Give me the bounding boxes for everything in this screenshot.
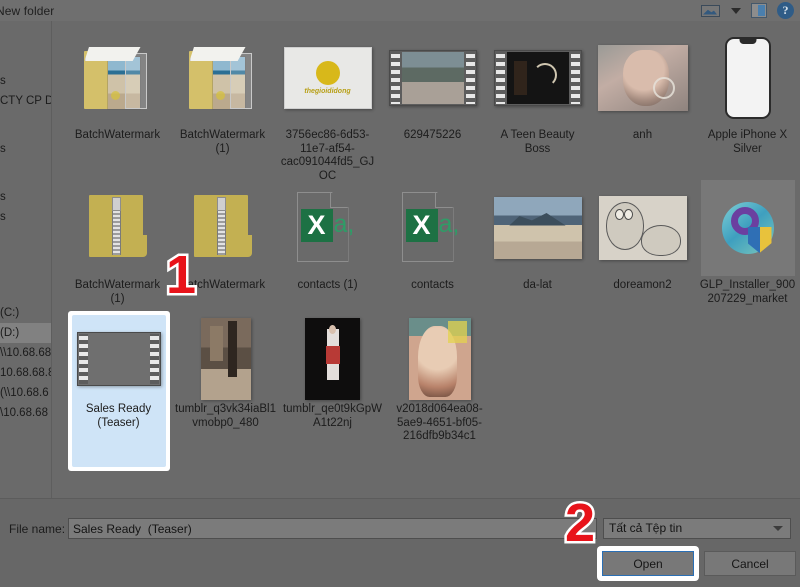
file-item-label: tumblr_q3vk34iaBl1vmobp0_480 bbox=[175, 403, 277, 429]
file-row-2: BatchWatermark (1) BatchWatermark Xa, co… bbox=[52, 179, 800, 306]
file-name-input[interactable] bbox=[68, 518, 597, 539]
file-type-value: Tất cả Tệp tin bbox=[609, 521, 683, 535]
help-icon[interactable]: ? bbox=[777, 2, 794, 19]
image-thumbnail-icon bbox=[593, 29, 693, 127]
file-name-label: File name: bbox=[9, 522, 66, 536]
file-item-batchwatermark-zip-1[interactable]: BatchWatermark (1) bbox=[65, 179, 170, 306]
file-item-label: contacts bbox=[411, 279, 454, 291]
phone-image-icon bbox=[698, 29, 798, 127]
image-thumbnail-icon bbox=[176, 317, 276, 401]
view-mode-icon[interactable] bbox=[701, 4, 721, 18]
image-thumbnail-icon bbox=[593, 179, 693, 277]
file-item-label: 3756ec86-6d53-11e7-af54-cac091044fd5_GJO… bbox=[280, 129, 375, 182]
file-item-label: GLP_Installer_900207229_market bbox=[699, 279, 796, 305]
file-open-dialog: New folder ? s CTY CP DI s s s (C:) (D:)… bbox=[0, 0, 800, 587]
file-item-label: v2018d064ea08-5ae9-4651-bf05-216dfb9b34c… bbox=[396, 403, 483, 442]
file-row-3: Sales Ready (Teaser) tumblr_q3vk34iaBl1v… bbox=[52, 311, 800, 471]
sidebar-item-c-drive[interactable]: (C:) bbox=[0, 303, 52, 323]
file-item-a-teen-beauty-boss[interactable]: A Teen Beauty Boss bbox=[485, 29, 590, 183]
file-item-tumblr-qe0t9kgp[interactable]: tumblr_qe0t9kGpWA1t22nj bbox=[279, 317, 386, 444]
file-item-batchwatermark[interactable]: BatchWatermark bbox=[65, 29, 170, 183]
file-item-label: anh bbox=[632, 129, 653, 141]
file-item-label: BatchWatermark (1) bbox=[74, 279, 161, 305]
file-list-grid[interactable]: BatchWatermark BatchWatermark (1) thegio… bbox=[52, 21, 800, 498]
image-thumbnail-icon bbox=[283, 317, 383, 401]
excel-csv-file-icon: Xa, bbox=[278, 179, 378, 277]
excel-csv-file-icon: Xa, bbox=[383, 179, 483, 277]
chevron-down-icon bbox=[773, 526, 783, 531]
sidebar-item-network-1[interactable]: \\10.68.68 bbox=[0, 343, 52, 363]
file-item-label: contacts (1) bbox=[297, 279, 358, 291]
sidebar-item-network-3[interactable]: (\\10.68.6 bbox=[0, 383, 52, 403]
video-film-icon bbox=[69, 317, 169, 401]
file-item-label: BatchWatermark (1) bbox=[179, 129, 266, 155]
cancel-button[interactable]: Cancel bbox=[704, 551, 796, 576]
file-item-629475226[interactable]: 629475226 bbox=[380, 29, 485, 183]
file-item-label: 629475226 bbox=[403, 129, 462, 141]
open-button[interactable]: Open bbox=[602, 551, 694, 576]
sidebar-item-5[interactable]: s bbox=[0, 187, 52, 207]
new-folder-button[interactable]: New folder bbox=[0, 4, 54, 18]
folder-with-photo-icon bbox=[68, 29, 168, 127]
sidebar-item-network-2[interactable]: 10.68.68.8 bbox=[0, 363, 52, 383]
image-thumbnail-icon bbox=[488, 179, 588, 277]
image-thumbnail-icon bbox=[390, 317, 490, 401]
file-item-da-lat[interactable]: da-lat bbox=[485, 179, 590, 306]
sidebar-item-network-4[interactable]: \10.68.68 bbox=[0, 403, 52, 423]
file-item-doreamon2[interactable]: doreamon2 bbox=[590, 179, 695, 306]
app-installer-icon bbox=[698, 179, 798, 277]
folder-with-photo-icon bbox=[173, 29, 273, 127]
file-item-glp-installer[interactable]: GLP_Installer_900207229_market bbox=[695, 179, 800, 306]
file-item-label: Apple iPhone X Silver bbox=[707, 129, 788, 155]
file-item-3756ec86[interactable]: thegioididong 3756ec86-6d53-11e7-af54-ca… bbox=[275, 29, 380, 183]
file-item-v2018d064ea08[interactable]: v2018d064ea08-5ae9-4651-bf05-216dfb9b34c… bbox=[386, 317, 493, 444]
toolbar-right-group: ? bbox=[701, 0, 794, 21]
annotation-step-2: 2 bbox=[562, 493, 597, 553]
file-item-label: Sales Ready (Teaser) bbox=[85, 403, 152, 429]
file-item-label: doreamon2 bbox=[613, 279, 672, 291]
preview-pane-icon[interactable] bbox=[751, 3, 767, 18]
file-item-batchwatermark-1[interactable]: BatchWatermark (1) bbox=[170, 29, 275, 183]
file-row-1: BatchWatermark BatchWatermark (1) thegio… bbox=[52, 29, 800, 183]
sidebar-item-3[interactable]: s bbox=[0, 139, 52, 159]
sidebar-item-1[interactable]: CTY CP DI bbox=[0, 91, 52, 111]
file-item-label: da-lat bbox=[523, 279, 552, 291]
file-item-sales-ready-teaser[interactable]: Sales Ready (Teaser) bbox=[65, 311, 172, 471]
video-film-icon bbox=[488, 29, 588, 127]
file-item-label: tumblr_qe0t9kGpWA1t22nj bbox=[282, 403, 383, 429]
sidebar-item-d-drive[interactable]: (D:) bbox=[0, 323, 52, 343]
dialog-toolbar: New folder ? bbox=[0, 0, 800, 21]
file-item-label: A Teen Beauty Boss bbox=[500, 129, 575, 155]
zip-archive-icon bbox=[68, 179, 168, 277]
annotation-step-1: 1 bbox=[163, 245, 198, 305]
file-item-contacts[interactable]: Xa, contacts bbox=[380, 179, 485, 306]
file-item-anh[interactable]: anh bbox=[590, 29, 695, 183]
navigation-sidebar[interactable]: s CTY CP DI s s s (C:) (D:) \\10.68.68 1… bbox=[0, 21, 52, 498]
chevron-down-icon[interactable] bbox=[731, 7, 741, 14]
file-item-contacts-1[interactable]: Xa, contacts (1) bbox=[275, 179, 380, 306]
sidebar-item-0[interactable]: s bbox=[0, 71, 52, 91]
sidebar-item-6[interactable]: s bbox=[0, 207, 52, 227]
image-thumbnail-icon: thegioididong bbox=[278, 29, 378, 127]
file-item-apple-iphone-x-silver[interactable]: Apple iPhone X Silver bbox=[695, 29, 800, 183]
video-film-icon bbox=[383, 29, 483, 127]
file-item-label: BatchWatermark bbox=[74, 129, 161, 141]
file-type-dropdown[interactable]: Tất cả Tệp tin bbox=[603, 518, 791, 539]
file-item-tumblr-q3vk34ia[interactable]: tumblr_q3vk34iaBl1vmobp0_480 bbox=[172, 317, 279, 444]
